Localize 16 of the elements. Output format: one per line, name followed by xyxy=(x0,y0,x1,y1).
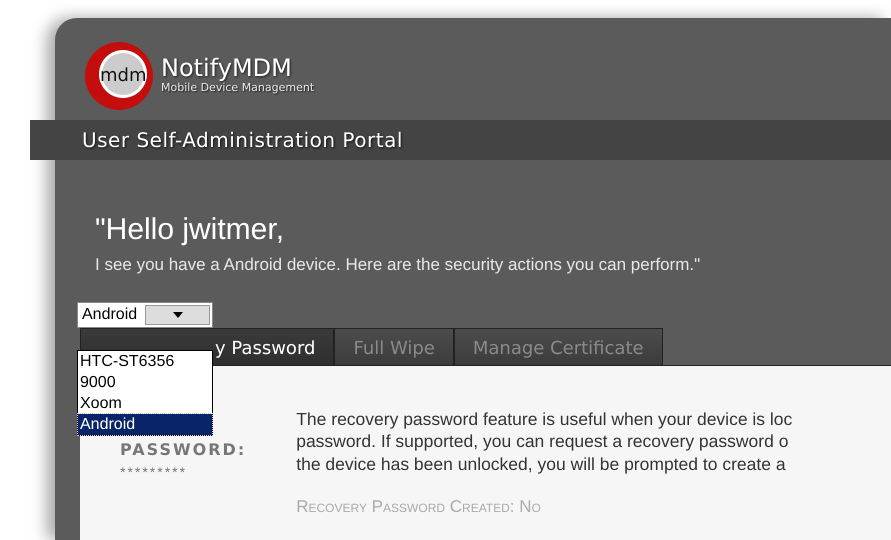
password-value: ********* xyxy=(120,462,188,482)
status-text: Recovery Password Created: No xyxy=(296,496,542,518)
dropdown-option[interactable]: Xoom xyxy=(78,393,212,414)
portal-title: User Self-Administration Portal xyxy=(82,127,403,154)
password-label: PASSWORD: xyxy=(120,438,246,460)
brand-name: NotifyMDM xyxy=(161,56,293,80)
logo-icon xyxy=(83,40,155,112)
dropdown-caret-icon[interactable] xyxy=(145,304,210,324)
dropdown-option[interactable]: 9000 xyxy=(78,372,212,393)
greeting-message: I see you have a Android device. Here are the security actions you can perform." xyxy=(95,254,702,276)
greeting-headline: "Hello jwitmer, xyxy=(95,212,286,248)
logo-text: mdm xyxy=(100,64,146,88)
description-text: The recovery password feature is useful when your device is loc password. If supported, you can request a recovery password o the device has been unlocked, you will be prompted to create a xyxy=(296,408,792,476)
device-select[interactable]: Android xyxy=(77,302,213,328)
dropdown-option[interactable]: Android xyxy=(78,414,212,435)
brand-tagline: Mobile Device Management xyxy=(161,80,314,96)
